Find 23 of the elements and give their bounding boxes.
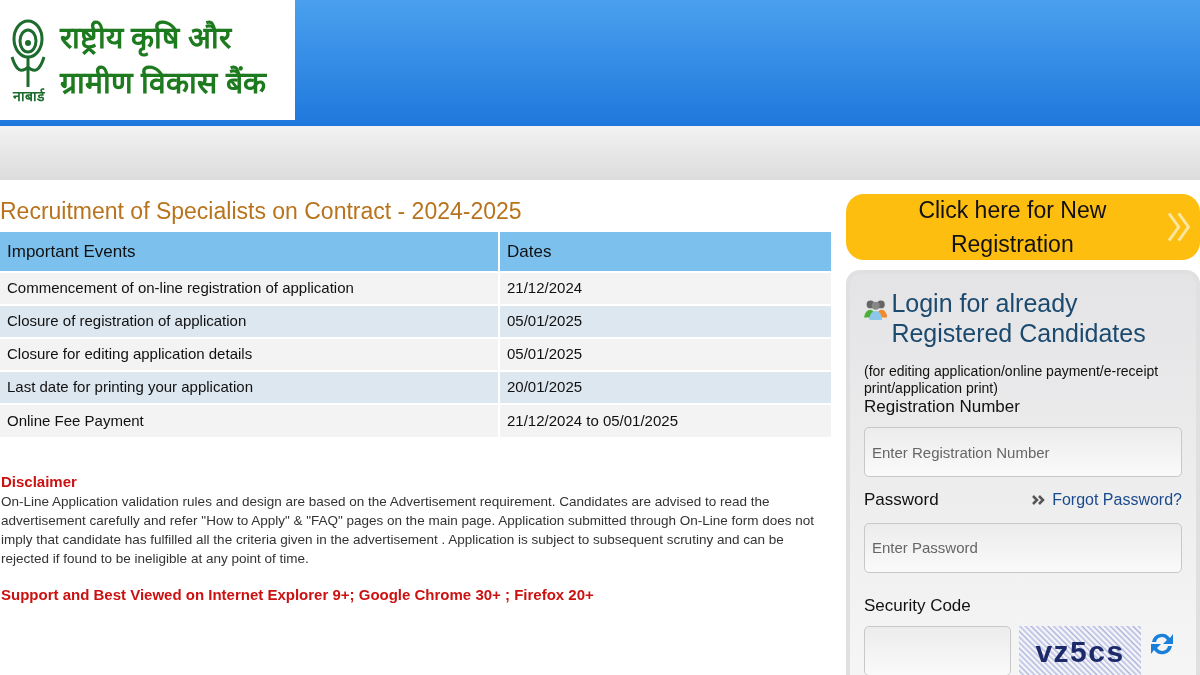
registration-number-field[interactable]: Enter Registration Number <box>864 427 1182 477</box>
registration-label: Registration Number <box>864 397 1021 417</box>
security-code-label: Security Code <box>864 594 972 617</box>
logo-text: राष्ट्रीय कृषि और <box>60 18 266 56</box>
login-subtitle: (for editing application/online payment/e-receipt print/application print) <box>864 363 1160 397</box>
double-chevron-icon <box>1032 494 1047 505</box>
new-registration-button[interactable]: Click here for New Registration <box>846 194 1200 260</box>
table-cell: Online Fee Payment <box>0 404 499 437</box>
page-title: Recruitment of Specialists on Contract - 2024-2025 <box>0 197 523 225</box>
captcha-image: vz5cs <box>1019 626 1141 675</box>
password-label: Password <box>864 489 939 511</box>
table-cell: 21/12/2024 to 05/01/2025 <box>499 404 832 437</box>
disclaimer-heading: Disclaimer <box>1 472 78 492</box>
chevrons-icon <box>1166 211 1192 243</box>
disclaimer-text: On-Line Application validation rules and design are based on the Advertisement requirement. Candidates are advised to read the advertisement carefully and refer "How to Apply" & "FAQ" pages on the main page. Application submitted through On-Line form does not imply that candidate has fulfilled all the criteria given in the advertisement . Application is subject to subsequent scrutiny and can be rejected if found to be ineligible at any point of time. <box>1 493 816 568</box>
password-field[interactable]: Enter Password <box>864 522 1182 573</box>
logo-caption: नाबार्ड <box>12 89 44 103</box>
logo-text: ग्रामीण विकास बैंक <box>60 64 266 101</box>
emblem-icon <box>8 17 48 89</box>
forgot-password-link[interactable]: Forgot Password? <box>1032 487 1182 512</box>
security-code-field[interactable] <box>864 626 1011 675</box>
browser-support-note: Support and Best Viewed on Internet Explorer 9+; Google Chrome 30+ ; Firefox 20+ <box>1 585 595 605</box>
login-title: Login for already Registered Candidates <box>891 288 1147 348</box>
